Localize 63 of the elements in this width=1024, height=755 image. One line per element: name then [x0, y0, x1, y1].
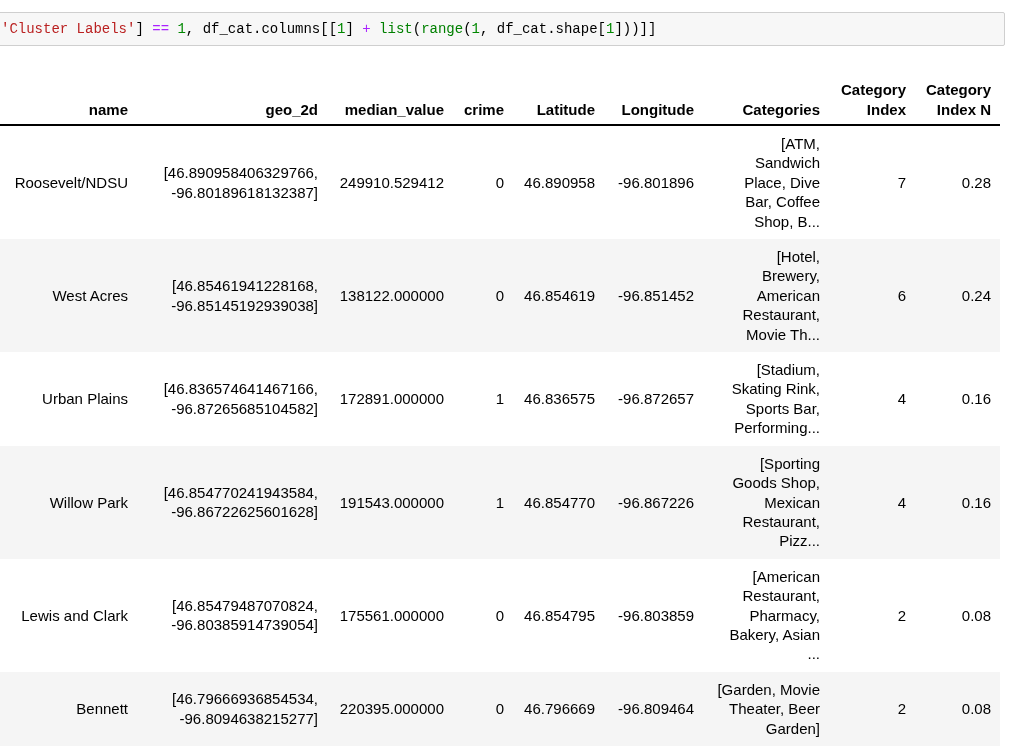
table-cell: 2	[897, 699, 906, 719]
table-cell: 1	[495, 492, 504, 512]
table-cell: 175561.000000	[339, 605, 444, 625]
table-cell: -96.851452	[618, 285, 694, 306]
table-cell: 4	[897, 492, 906, 512]
table-cell: 0	[495, 285, 504, 306]
column-header: median_value	[344, 100, 444, 120]
row-label: Lewis and Clark	[21, 605, 128, 625]
table-cell: 0	[495, 172, 504, 193]
column-header: Category Index N	[924, 80, 991, 120]
table-cell-text: [Sporting Goods Shop, Mexican Restaurant, Pizz...	[731, 453, 820, 551]
table-cell: 0.16	[961, 389, 991, 409]
table-cell: -96.809464	[618, 699, 694, 719]
table-cell-text: [46.854770241943584, -96.86722625601628]	[162, 482, 318, 522]
table-cell-text: [Hotel, Brewery, American Restaurant, Movie Th...	[741, 247, 820, 345]
table-cell: 0.08	[961, 699, 991, 719]
row-label: Roosevelt/NDSU	[14, 172, 128, 193]
table-cell: 0	[495, 605, 504, 625]
table-cell: 220395.000000	[339, 699, 444, 719]
row-label: Urban Plains	[42, 389, 128, 409]
table-cell: -96.801896	[618, 172, 694, 193]
table-cell: 0.28	[961, 172, 991, 193]
table-cell: 0.16	[961, 492, 991, 512]
table-cell: 0	[495, 699, 504, 719]
row-label: West Acres	[52, 285, 128, 306]
table-cell: 2	[897, 605, 906, 625]
table-cell: 172891.000000	[339, 389, 444, 409]
table-cell: 0.24	[961, 285, 991, 306]
column-header: name	[88, 100, 128, 120]
table-cell: 46.796669	[524, 699, 595, 719]
table-cell-text: [46.836574641467166, -96.87265685104582]	[162, 379, 318, 419]
table-cell: 249910.529412	[339, 172, 444, 193]
column-header: Category Index	[839, 80, 906, 120]
table-cell: -96.867226	[618, 492, 694, 512]
table-cell: 138122.000000	[339, 285, 444, 306]
column-header: geo_2d	[265, 100, 318, 120]
table-cell-text: [Garden, Movie Theater, Beer Garden]	[716, 679, 820, 738]
table-cell: 46.890958	[524, 172, 595, 193]
table-cell-text: [46.85479487070824, -96.80385914739054]	[170, 595, 318, 635]
table-cell: -96.803859	[618, 605, 694, 625]
table-cell: 7	[897, 172, 906, 193]
table-cell: 46.854770	[524, 492, 595, 512]
table-cell-text: [46.79666936854534, -96.8094638215277]	[171, 689, 318, 729]
table-cell-text: [ATM, Sandwich Place, Dive Bar, Coffee Shop, B...	[743, 134, 820, 232]
column-header: Categories	[742, 100, 820, 120]
table-cell: 1	[495, 389, 504, 409]
row-label: Bennett	[76, 699, 128, 719]
table-cell: -96.872657	[618, 389, 694, 409]
column-header: crime	[463, 100, 504, 120]
column-header: Longitude	[621, 100, 694, 120]
table-cell-text: [46.890958406329766, -96.80189618132387]	[162, 163, 318, 202]
table-cell: 46.854795	[524, 605, 595, 625]
table-cell: 46.854619	[524, 285, 595, 306]
table-cell: 6	[897, 285, 906, 306]
column-header: Latitude	[536, 100, 595, 120]
table-cell: 46.836575	[524, 389, 595, 409]
row-label: Willow Park	[49, 492, 128, 512]
table-cell: 0.08	[961, 605, 991, 625]
table-cell: 4	[897, 389, 906, 409]
table-cell-text: [American Restaurant, Pharmacy, Bakery, Asian ...	[728, 566, 820, 664]
table-cell-text: [46.85461941228168, -96.85145192939038]	[170, 276, 318, 315]
table-cell-text: [Stadium, Skating Rink, Sports Bar, Performing...	[730, 360, 820, 438]
table-cell: 191543.000000	[339, 492, 444, 512]
